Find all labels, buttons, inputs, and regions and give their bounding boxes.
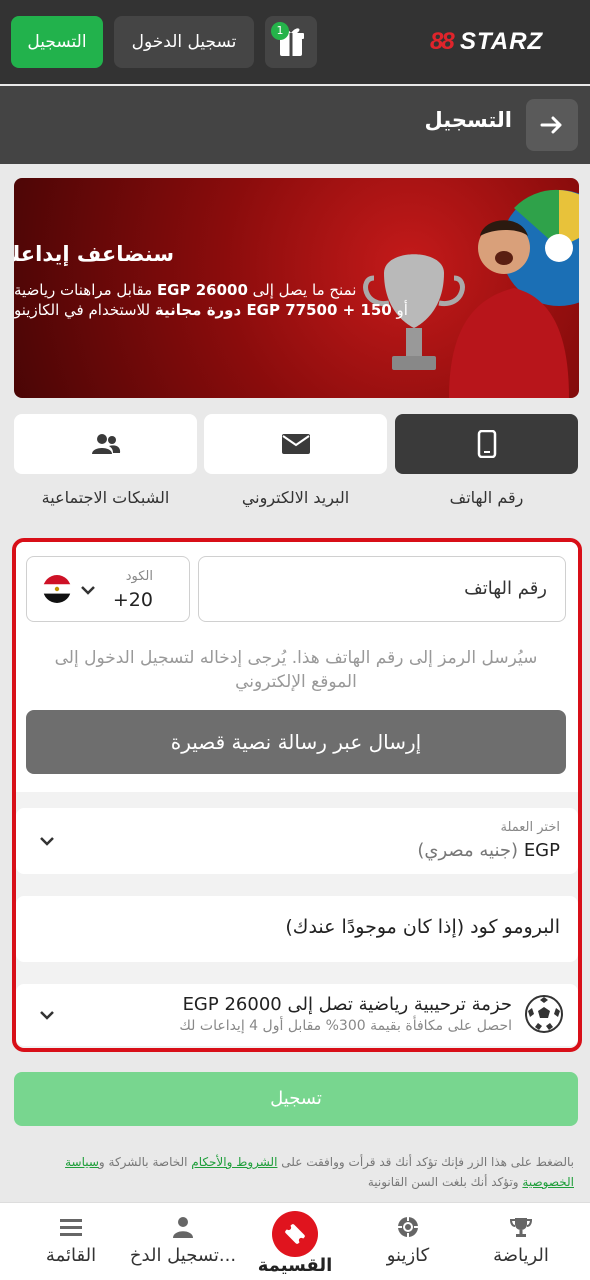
nav-betslip-label: القسيمة (257, 1255, 333, 1276)
currency-select[interactable]: اختر العملة EGP (جنيه مصري) (16, 808, 578, 874)
promo-placeholder: البرومو كود (إذا كان موجودًا عندك) (285, 916, 560, 938)
page-title: التسجيل (424, 108, 512, 132)
nav-casino[interactable]: كازينو (349, 1203, 467, 1280)
send-sms-button[interactable]: إرسال عبر رسالة نصية قصيرة (26, 710, 566, 774)
nav-casino-label: كازينو (386, 1245, 430, 1266)
register-button[interactable]: التسجيل (11, 16, 103, 68)
logo-prefix: 88 (430, 28, 455, 55)
users-icon (91, 434, 120, 454)
chip-icon (398, 1217, 418, 1237)
page-header: التسجيل (0, 86, 590, 164)
envelope-icon (281, 434, 310, 454)
terms-text: بالضغط على هذا الزر فإنك تؤكد أنك قد قرأ… (65, 1155, 574, 1189)
code-label: الكود (125, 569, 153, 584)
tab-phone-label: رقم الهاتف (449, 488, 524, 507)
user-icon (173, 1217, 193, 1238)
gift-button[interactable]: 1 (265, 16, 317, 68)
submit-button[interactable]: تسجيل (14, 1072, 578, 1126)
country-code-select[interactable]: الكود +20 (26, 556, 190, 622)
tab-social[interactable] (14, 414, 197, 474)
chevron-down-icon (81, 586, 95, 595)
registration-form: الكود +20 رقم الهاتف سيُرسل الرمز إلى رق… (12, 538, 582, 1052)
logo-text: STARZ (460, 28, 544, 55)
gift-badge: 1 (271, 22, 289, 40)
ticket-icon (285, 1224, 305, 1244)
phone-input[interactable]: رقم الهاتف (198, 556, 566, 622)
back-button[interactable] (526, 99, 578, 151)
phone-hint: سيُرسل الرمز إلى رقم الهاتف هذا. يُرجى إ… (54, 648, 538, 692)
tab-email[interactable] (204, 414, 387, 474)
logo[interactable]: 88 STARZ (430, 28, 570, 56)
login-button[interactable]: تسجيل الدخول (114, 16, 254, 68)
menu-icon (60, 1219, 82, 1236)
bonus-subtitle: احصل على مكافأة بقيمة 300% مقابل أول 4 إ… (179, 1018, 512, 1034)
phone-section: الكود +20 رقم الهاتف سيُرسل الرمز إلى رق… (16, 542, 578, 792)
currency-label: اختر العملة (500, 820, 560, 835)
arrow-right-icon (540, 116, 562, 134)
banner-line-1: نمنح ما يصل إلى EGP 26000 مقابل مراهنات … (14, 281, 357, 299)
soccer-ball-icon (525, 995, 563, 1033)
terms-link[interactable]: الشروط والأحكام (191, 1155, 277, 1169)
bottom-nav: الرياضة كازينو القسيمة تسجيل الدخ... الق… (0, 1202, 590, 1280)
nav-login-label: تسجيل الدخ... (129, 1245, 237, 1266)
tab-social-label: الشبكات الاجتماعية (41, 488, 170, 507)
promo-code-input[interactable]: البرومو كود (إذا كان موجودًا عندك) (16, 896, 578, 962)
nav-menu-label: القائمة (45, 1245, 97, 1266)
chevron-down-icon (40, 837, 54, 846)
phone-icon (477, 430, 496, 458)
chevron-down-icon (40, 1011, 54, 1020)
nav-sports[interactable]: الرياضة (462, 1203, 580, 1280)
tab-phone[interactable] (395, 414, 578, 474)
code-value: +20 (112, 589, 153, 611)
banner-line-2: أو EGP 77500 + 150 دورة مجانية للاستخدام… (14, 301, 408, 319)
tab-email-label: البريد الالكتروني (241, 488, 350, 507)
egypt-flag-icon (43, 575, 71, 603)
bonus-select[interactable]: حزمة ترحيبية رياضية تصل إلى EGP 26000 اح… (16, 984, 578, 1046)
nav-betslip[interactable] (272, 1211, 318, 1257)
nav-menu[interactable]: القائمة (12, 1203, 130, 1280)
bonus-title: حزمة ترحيبية رياضية تصل إلى EGP 26000 (182, 994, 512, 1015)
nav-sports-label: الرياضة (493, 1245, 549, 1266)
currency-value: EGP (جنيه مصري) (417, 840, 560, 861)
top-bar: 88 STARZ 1 تسجيل الدخول التسجيل (0, 0, 590, 84)
banner-title: سنضاعف إيداعك (14, 242, 174, 266)
nav-login[interactable]: تسجيل الدخ... (124, 1203, 242, 1280)
trophy-icon (509, 1218, 533, 1237)
promo-banner[interactable]: سنضاعف إيداعك نمنح ما يصل إلى EGP 26000 … (14, 178, 579, 398)
